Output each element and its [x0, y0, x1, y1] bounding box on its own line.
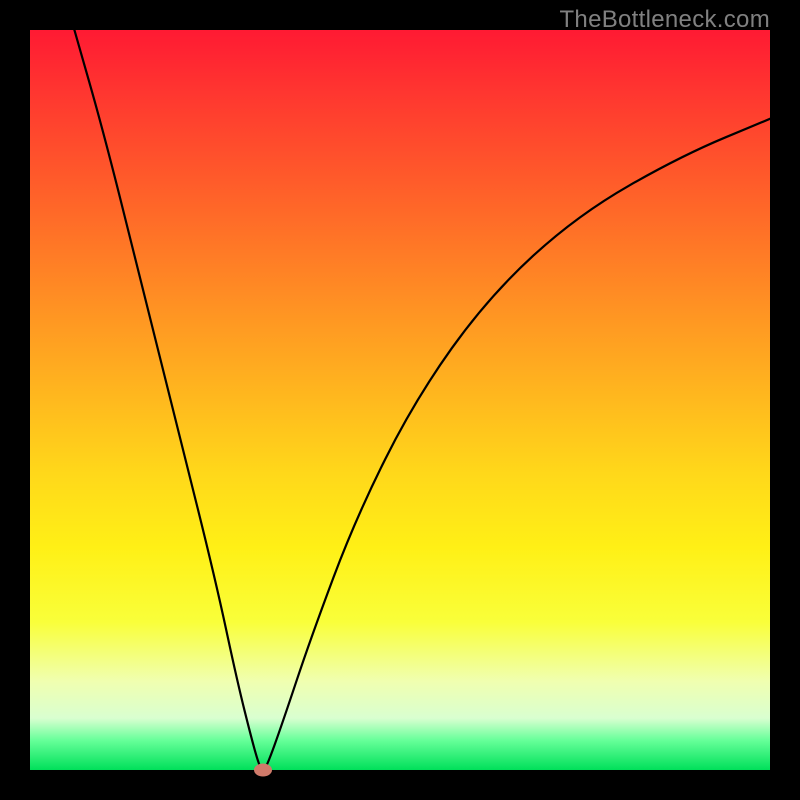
- chart-container: TheBottleneck.com: [0, 0, 800, 800]
- plot-area: [30, 30, 770, 770]
- optimal-point-marker: [254, 764, 272, 777]
- watermark-text: TheBottleneck.com: [559, 6, 770, 34]
- bottleneck-curve: [30, 30, 770, 770]
